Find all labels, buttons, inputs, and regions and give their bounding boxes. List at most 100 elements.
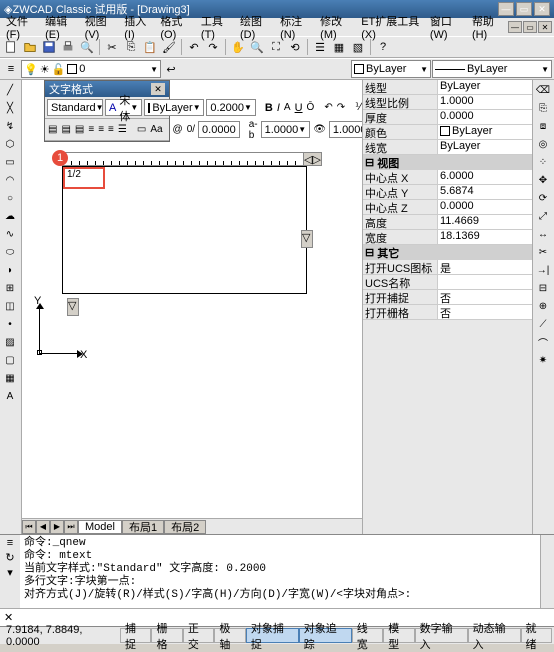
mtext-icon[interactable]: A: [1, 388, 19, 405]
table-icon[interactable]: ▦: [1, 370, 19, 387]
polygon-icon[interactable]: ⬡: [1, 136, 19, 153]
property-row[interactable]: 中心点 Z0.0000: [363, 200, 532, 215]
text-height-combo[interactable]: 0.2000▼: [206, 99, 256, 116]
help-icon[interactable]: ?: [374, 38, 392, 56]
property-value[interactable]: 18.1369: [438, 230, 532, 244]
chamfer-icon[interactable]: ⟋: [534, 316, 552, 333]
align-tr-icon[interactable]: ▤: [74, 121, 85, 138]
property-row[interactable]: 打开栅格否: [363, 305, 532, 320]
spline-icon[interactable]: ∿: [1, 226, 19, 243]
rectangle-icon[interactable]: ▭: [1, 154, 19, 171]
property-value[interactable]: 11.4669: [438, 215, 532, 229]
paste-icon[interactable]: 📋: [141, 38, 159, 56]
status-toggle-8[interactable]: 数字输入: [415, 628, 468, 643]
copy-obj-icon[interactable]: ⎘: [534, 100, 552, 117]
status-toggle-5[interactable]: 对象追踪: [299, 628, 352, 643]
status-toggle-9[interactable]: 动态输入: [468, 628, 521, 643]
open-icon[interactable]: [21, 38, 39, 56]
redo-icon[interactable]: ↷: [204, 38, 222, 56]
tracking-combo[interactable]: 1.0000▼: [261, 121, 311, 138]
hatch-icon[interactable]: ▨: [1, 334, 19, 351]
layer-prev-icon[interactable]: ↩: [162, 60, 180, 78]
array-icon[interactable]: ⁘: [534, 154, 552, 171]
extend-icon[interactable]: →|: [534, 262, 552, 279]
drawing-canvas[interactable]: 文字格式 ✕ Standard▼ A 宋体▼ ByLayer▼ 0.2000▼ …: [22, 80, 362, 534]
stack-button[interactable]: ⅟: [354, 99, 362, 116]
mtext-editor[interactable]: 1/2 ▽: [62, 166, 307, 294]
zoom-prev-icon[interactable]: ⟲: [286, 38, 304, 56]
match-icon[interactable]: 🖌: [160, 38, 178, 56]
property-row[interactable]: 线宽ByLayer: [363, 140, 532, 155]
tab-prev[interactable]: ◀: [36, 520, 50, 534]
property-row[interactable]: 中心点 Y5.6874: [363, 185, 532, 200]
pan-icon[interactable]: ✋: [229, 38, 247, 56]
property-row[interactable]: 线型比例1.0000: [363, 95, 532, 110]
coordinates[interactable]: 7.9184, 7.8849, 0.0000: [2, 624, 120, 648]
tab-layout2[interactable]: 布局2: [164, 520, 206, 534]
command-scrollbar[interactable]: [540, 535, 554, 608]
print-icon[interactable]: [59, 38, 77, 56]
move-icon[interactable]: ✥: [534, 172, 552, 189]
arc-icon[interactable]: ◠: [1, 172, 19, 189]
region-icon[interactable]: ▢: [1, 352, 19, 369]
property-value[interactable]: 1.0000: [438, 95, 532, 109]
undo-text-button[interactable]: ↶: [323, 99, 333, 116]
uppercase-icon[interactable]: Aa: [149, 121, 163, 138]
text-format-close[interactable]: ✕: [151, 83, 165, 95]
layer-mgr-icon[interactable]: ≡: [2, 60, 20, 78]
xline-icon[interactable]: ╳: [1, 100, 19, 117]
overline-button[interactable]: Ō: [306, 99, 316, 116]
text-ruler[interactable]: ◁▷: [62, 152, 322, 166]
property-value[interactable]: ByLayer: [438, 140, 532, 154]
property-value[interactable]: 是: [438, 260, 532, 274]
property-value[interactable]: 0.0000: [438, 110, 532, 124]
font-button[interactable]: A: [283, 99, 292, 116]
menu-window[interactable]: 窗口(W): [426, 12, 466, 42]
oblique-icon[interactable]: 0/: [186, 121, 196, 138]
property-row[interactable]: 宽度18.1369: [363, 230, 532, 245]
stretch-icon[interactable]: ↔: [534, 226, 552, 243]
width-grip[interactable]: ▽: [301, 230, 313, 248]
text-style-combo[interactable]: Standard▼: [47, 99, 103, 116]
save-icon[interactable]: [40, 38, 58, 56]
revcloud-icon[interactable]: ☁: [1, 208, 19, 225]
status-toggle-7[interactable]: 模型: [383, 628, 414, 643]
status-toggle-3[interactable]: 极轴: [214, 628, 245, 643]
scale-icon[interactable]: ⤢: [534, 208, 552, 225]
property-row[interactable]: 打开捕捉否: [363, 290, 532, 305]
property-value[interactable]: 否: [438, 290, 532, 304]
line-icon[interactable]: ╱: [1, 82, 19, 99]
align-ml-icon[interactable]: ≡: [87, 121, 95, 138]
explode-icon[interactable]: ✷: [534, 352, 552, 369]
text-color-combo[interactable]: ByLayer▼: [144, 99, 204, 116]
copy-icon[interactable]: ⎘: [122, 38, 140, 56]
property-row[interactable]: 打开UCS图标是: [363, 260, 532, 275]
property-value[interactable]: ByLayer: [438, 80, 532, 94]
cmd-history-icon[interactable]: ≡: [7, 537, 13, 549]
property-value[interactable]: 否: [438, 305, 532, 319]
doc-close[interactable]: ✕: [538, 21, 552, 33]
cmd-clear-icon[interactable]: ▾: [7, 566, 13, 579]
doc-restore[interactable]: ▭: [523, 21, 537, 33]
join-icon[interactable]: ⊕: [534, 298, 552, 315]
trim-icon[interactable]: ✂: [534, 244, 552, 261]
break-icon[interactable]: ⊟: [534, 280, 552, 297]
linetype-combo[interactable]: ByLayer ▼: [432, 60, 552, 78]
point-icon[interactable]: •: [1, 316, 19, 333]
close-button[interactable]: ✕: [534, 2, 550, 16]
property-row[interactable]: 颜色ByLayer: [363, 125, 532, 140]
tab-layout1[interactable]: 布局1: [122, 520, 164, 534]
align-tc-icon[interactable]: ▤: [60, 121, 71, 138]
pline-icon[interactable]: ↯: [1, 118, 19, 135]
ellipse-arc-icon[interactable]: ◗: [1, 262, 19, 279]
maximize-button[interactable]: ▭: [516, 2, 532, 16]
tracking-icon[interactable]: a-b: [248, 121, 259, 138]
color-combo[interactable]: ByLayer ▼: [351, 60, 431, 78]
tool-palette-icon[interactable]: ▧: [349, 38, 367, 56]
bold-button[interactable]: B: [264, 99, 274, 116]
tab-last[interactable]: ⏭: [64, 520, 78, 534]
doc-minimize[interactable]: —: [508, 21, 522, 33]
close-icon[interactable]: ✕: [0, 611, 17, 624]
design-center-icon[interactable]: ▦: [330, 38, 348, 56]
layer-combo[interactable]: 💡 ☀ 🔓 0 ▼: [21, 60, 161, 78]
